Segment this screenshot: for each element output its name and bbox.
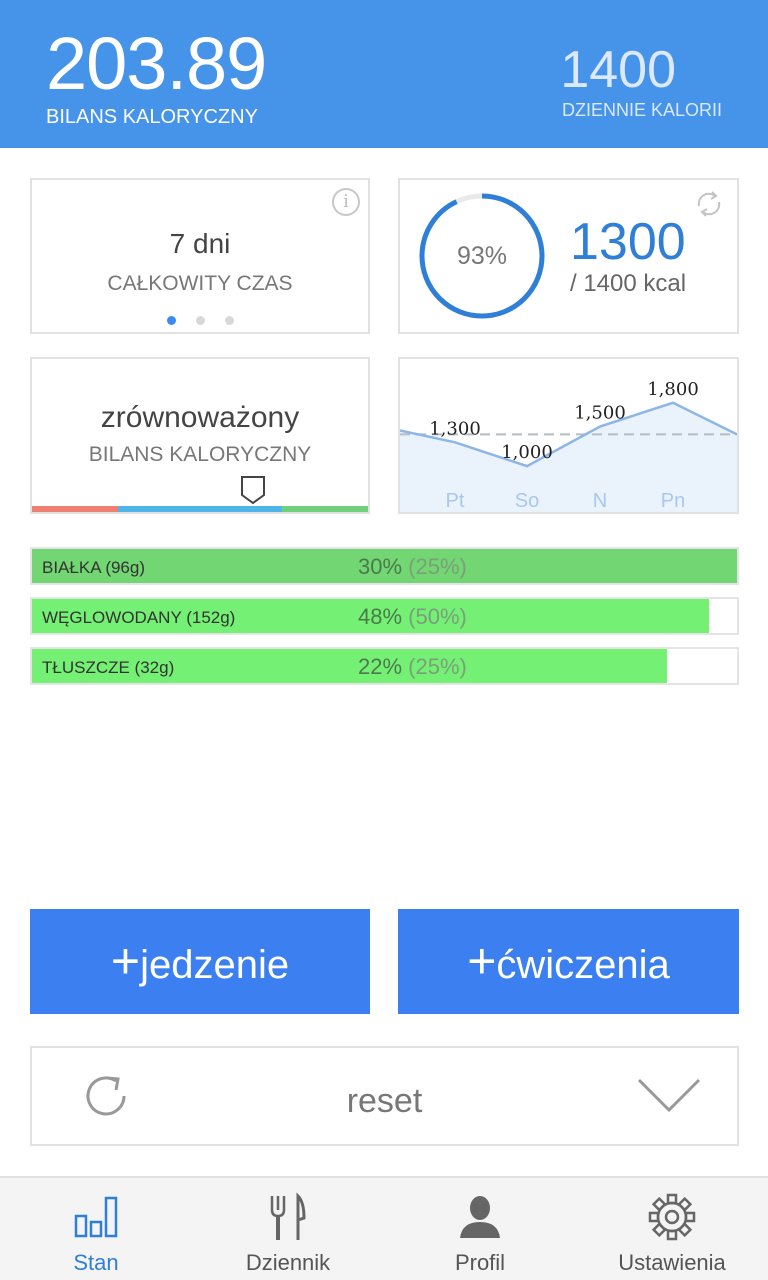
macro-row-carbs: WĘGLOWODANY (152g) 48% (50%)	[30, 597, 739, 635]
weekly-calories-chart[interactable]: 1,300 Pt 1,000 So 1,500 N 1,800 Pn	[398, 357, 739, 514]
plus-icon: +	[110, 933, 141, 989]
chart-data-label: 1,500	[574, 403, 626, 424]
tab-ustawienia[interactable]: Ustawienia	[576, 1178, 768, 1280]
chart-category-label: So	[515, 490, 539, 512]
add-exercise-button[interactable]: +ćwiczenia	[398, 909, 739, 1014]
tab-label: Dziennik	[245, 1250, 331, 1275]
macro-percent: 30% (25%)	[358, 554, 467, 579]
balance-scale-low	[32, 506, 118, 512]
macro-name: TŁUSZCZE (32g)	[42, 658, 175, 677]
balance-status: zrównoważony	[100, 401, 300, 434]
chart-category-label: Pt	[446, 490, 465, 512]
total-time-value: 7 dni	[169, 228, 231, 259]
macro-name: WĘGLOWODANY (152g)	[42, 608, 236, 627]
progress-percent: 93%	[456, 242, 508, 270]
reset-button[interactable]: reset	[30, 1046, 739, 1146]
summary-header: 203.89 BILANS KALORYCZNY 1400 DZIENNIE K…	[0, 0, 768, 148]
chevron-down-icon[interactable]	[637, 1078, 701, 1114]
refresh-arrows-icon[interactable]	[689, 184, 729, 224]
chart-category-label: Pn	[661, 490, 685, 512]
tab-dziennik[interactable]: Dziennik	[192, 1178, 384, 1280]
add-exercise-label: ćwiczenia	[496, 943, 670, 987]
bottom-tab-bar: Stan Dziennik Profil Ustawienia	[0, 1176, 768, 1280]
tab-label: Profil	[454, 1250, 506, 1275]
add-food-label: jedzenie	[140, 943, 290, 987]
reset-label: reset	[346, 1082, 423, 1120]
balance-scale-high	[282, 506, 368, 512]
chart-data-label: 1,300	[429, 418, 481, 439]
fork-knife-icon	[270, 1192, 306, 1240]
page-dot	[195, 316, 205, 325]
tab-profil[interactable]: Profil	[384, 1178, 576, 1280]
consumed-calories: 1300	[570, 213, 686, 271]
gear-icon	[648, 1193, 696, 1241]
daily-calories-label: DZIENNIE KALORII	[561, 100, 722, 120]
macro-percent: 22% (25%)	[358, 654, 467, 679]
balance-marker-icon	[241, 476, 265, 505]
chart-category-label: N	[593, 490, 607, 512]
chart-svg: 1,300 Pt 1,000 So 1,500 N 1,800 Pn	[400, 379, 737, 512]
tab-label: Stan	[73, 1250, 119, 1275]
tab-stan[interactable]: Stan	[0, 1178, 192, 1280]
calorie-balance-label: BILANS KALORYCZNY	[46, 106, 258, 128]
macro-row-fat: TŁUSZCZE (32g) 22% (25%)	[30, 647, 739, 685]
macro-name: BIAŁKA (96g)	[42, 558, 146, 577]
add-food-button[interactable]: +jedzenie	[30, 909, 370, 1014]
calorie-target: / 1400 kcal	[570, 270, 687, 297]
bar-chart-icon	[74, 1196, 118, 1238]
chart-data-label: 1,000	[501, 442, 553, 463]
page-dot	[224, 316, 234, 325]
balance-status-label: BILANS KALORYCZNY	[88, 443, 312, 466]
info-icon[interactable]: i	[332, 188, 360, 216]
daily-calories-value: 1400	[560, 41, 676, 99]
total-time-label: CAŁKOWITY CZAS	[107, 272, 293, 295]
page-indicator	[32, 316, 368, 325]
person-icon	[460, 1196, 500, 1238]
plus-icon: +	[467, 933, 497, 989]
tab-label: Ustawienia	[618, 1250, 726, 1275]
page-dot	[166, 316, 176, 325]
balance-scale-mid	[118, 506, 282, 512]
total-time-card[interactable]: i 7 dni CAŁKOWITY CZAS	[30, 178, 370, 334]
chart-data-label: 1,800	[647, 379, 699, 400]
macro-percent: 48% (50%)	[358, 604, 467, 629]
balance-status-card[interactable]: zrównoważony BILANS KALORYCZNY	[30, 357, 370, 514]
macro-row-protein: BIAŁKA (96g) 30% (25%)	[30, 547, 739, 585]
calorie-balance-value: 203.89	[46, 22, 267, 105]
calorie-progress-card[interactable]: 93% 1300 / 1400 kcal	[398, 178, 739, 334]
